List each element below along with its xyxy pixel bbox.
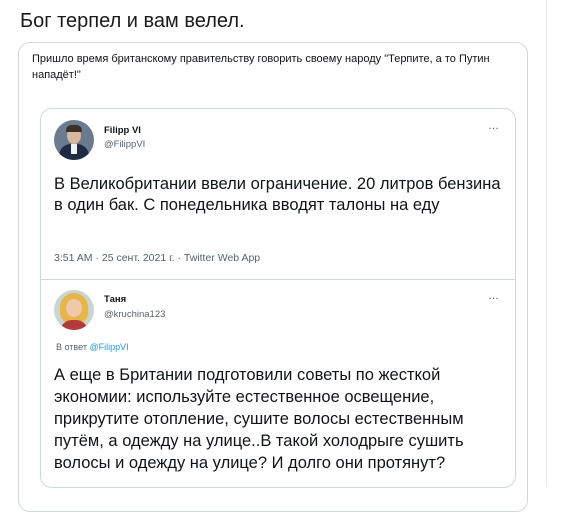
quoted-tweet-timestamp[interactable]: 3:51 AM · 25 сент. 2021 г. · Twitter Web… <box>54 252 260 264</box>
quoted-tweet-text: В Великобритании ввели ограничение. 20 л… <box>54 175 501 214</box>
more-options-icon[interactable]: … <box>488 290 499 302</box>
reply-prefix: В ответ <box>56 342 87 352</box>
quoted-tweet-display-name[interactable]: Filipp VI <box>104 125 141 136</box>
avatar-hair <box>66 125 82 132</box>
avatar-face <box>66 299 82 317</box>
reply-tweet-display-name[interactable]: Таня <box>104 294 126 305</box>
avatar-tanya[interactable] <box>54 290 94 330</box>
avatar-body <box>60 320 88 330</box>
quoted-tweet-handle[interactable]: @FilippVI <box>104 139 145 150</box>
more-options-icon[interactable]: … <box>488 120 499 132</box>
reply-tweet-text: А еще в Британии подготовили советы по ж… <box>54 366 464 472</box>
reply-context: В ответ @FilippVI <box>56 342 129 352</box>
avatar-filipp[interactable] <box>54 120 94 160</box>
outer-tweet-text: Пришло время британскому правительству г… <box>32 53 490 81</box>
tweet-divider <box>41 279 515 280</box>
post-caption: Бог терпел и вам велел. <box>20 10 245 32</box>
avatar-shirt <box>71 144 77 154</box>
page-divider <box>546 0 547 487</box>
reply-tweet-handle[interactable]: @kruchina123 <box>104 309 165 320</box>
reply-to-link[interactable]: @FilippVI <box>89 342 128 352</box>
